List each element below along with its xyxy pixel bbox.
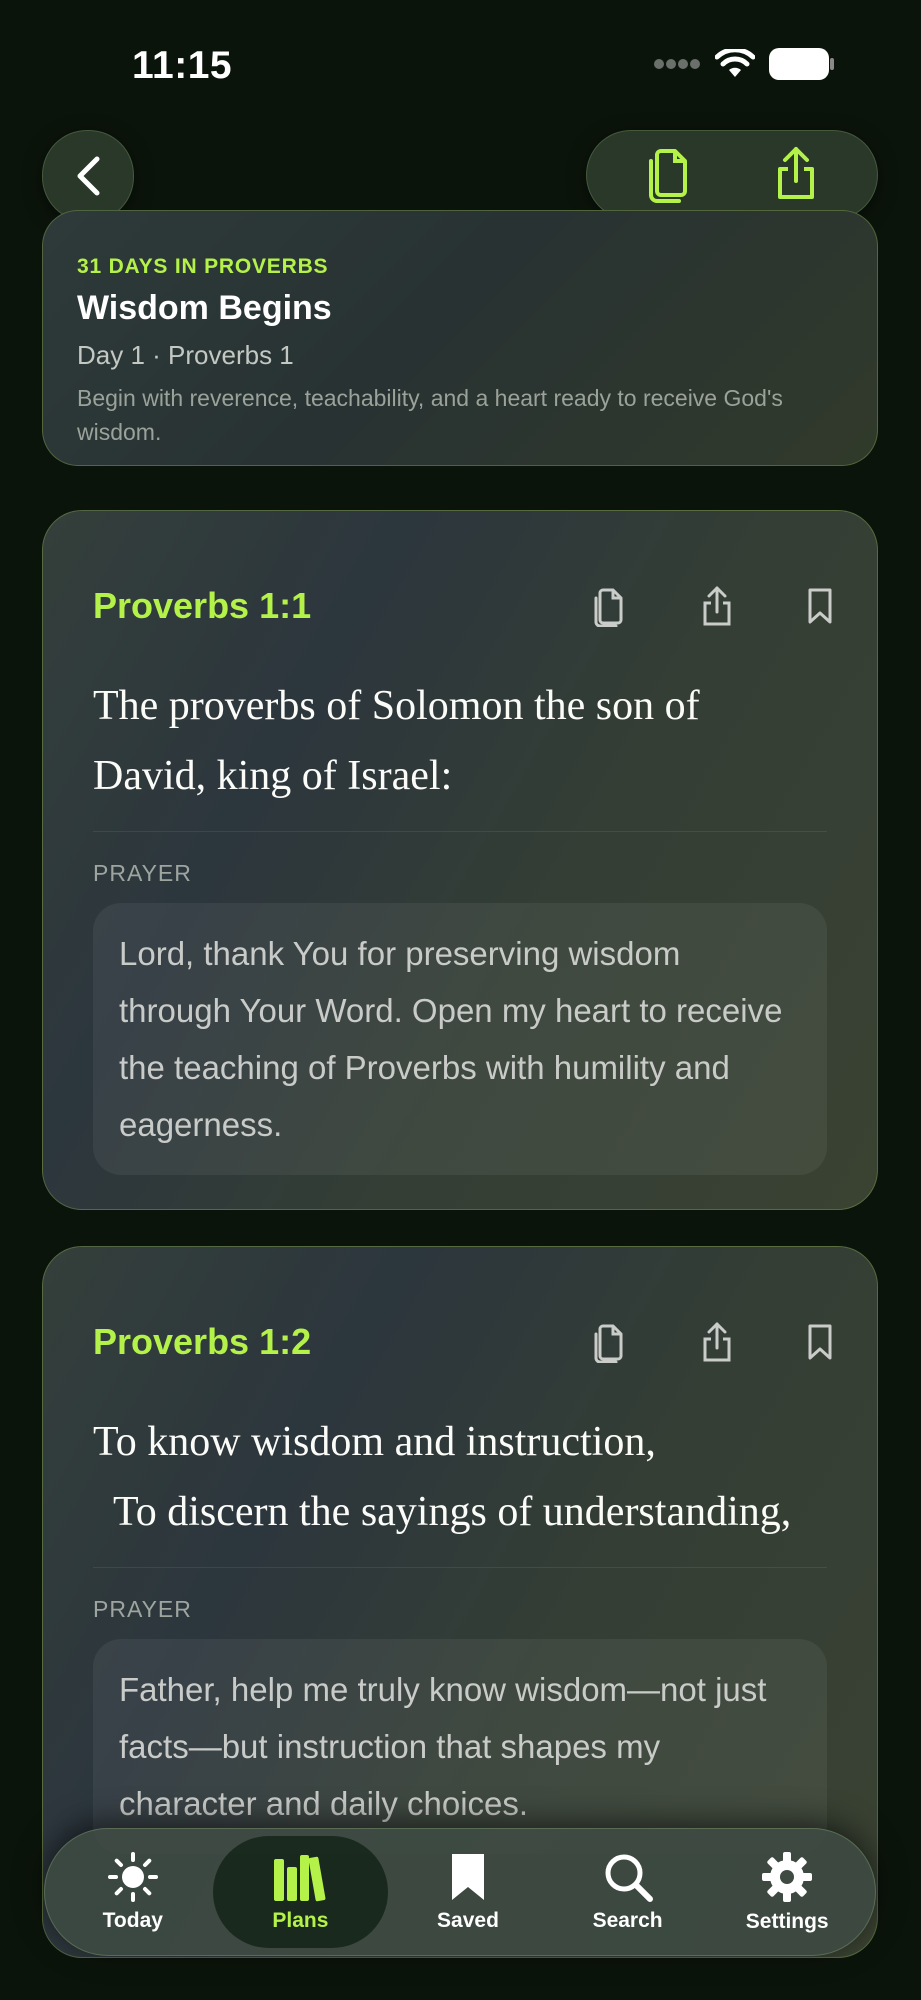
plan-subtitle: Day 1 · Proverbs 1	[77, 340, 294, 370]
tab-saved[interactable]: Saved	[388, 1836, 548, 1948]
verse-reference: Proverbs 1:2	[93, 1321, 312, 1362]
verse-text: The proverbs of Solomon the son of David…	[93, 683, 700, 799]
sun-icon	[107, 1852, 158, 1902]
divider	[93, 831, 827, 832]
chevron-left-icon	[77, 156, 100, 196]
status-icons	[653, 48, 835, 80]
bookmark-icon[interactable]	[807, 587, 833, 625]
verse-card: Proverbs 1:1 The proverbs of Solomon the…	[42, 510, 878, 1210]
tab-plans[interactable]: Plans	[212, 1836, 389, 1948]
divider	[93, 1567, 827, 1568]
search-icon	[605, 1854, 653, 1902]
prayer-text: Father, help me truly know wisdom—not ju…	[93, 1639, 827, 1854]
bookmark-icon	[451, 1854, 484, 1900]
copy-icon[interactable]	[593, 585, 627, 627]
copy-icon[interactable]	[593, 1321, 627, 1363]
plan-description: Begin with reverence, teachability, and …	[77, 385, 783, 445]
verse-reference: Proverbs 1:1	[93, 585, 312, 626]
back-button[interactable]	[42, 130, 134, 222]
tab-settings[interactable]: Settings	[707, 1836, 867, 1948]
cellular-signal-icon	[654, 59, 700, 69]
tab-bar: Today Plans Saved Search Settings	[44, 1828, 876, 1956]
tab-today[interactable]: Today	[53, 1836, 213, 1948]
verse-actions	[593, 1321, 833, 1363]
copy-icon	[648, 148, 687, 203]
tab-label: Search	[592, 1909, 663, 1932]
tab-label: Today	[102, 1909, 163, 1932]
prayer-label: PRAYER	[93, 1596, 192, 1622]
verse-line: To discern the sayings of understanding,	[113, 1489, 792, 1535]
tab-label: Saved	[437, 1909, 499, 1932]
share-icon	[777, 146, 814, 199]
tab-label: Plans	[272, 1909, 329, 1932]
gear-icon	[762, 1852, 813, 1902]
header-actions	[586, 130, 878, 220]
prayer-label: PRAYER	[93, 860, 192, 886]
plan-title: Wisdom Begins	[77, 289, 332, 327]
plan-kicker: 31 DAYS IN PROVERBS	[77, 255, 329, 278]
wifi-icon	[715, 49, 755, 77]
verse-actions	[593, 585, 833, 627]
tab-search[interactable]: Search	[548, 1836, 708, 1948]
share-icon[interactable]	[701, 585, 733, 627]
verse-line: To know wisdom and instruction,	[93, 1419, 656, 1465]
status-bar: 11:15	[0, 0, 921, 130]
plan-card: 31 DAYS IN PROVERBS Wisdom Begins Day 1 …	[42, 210, 878, 466]
share-icon[interactable]	[701, 1321, 733, 1363]
status-time: 11:15	[132, 44, 233, 87]
battery-icon	[769, 48, 834, 80]
books-icon	[274, 1855, 326, 1902]
share-button[interactable]	[774, 145, 818, 206]
verse-text: To know wisdom and instruction, To disce…	[93, 1407, 823, 1547]
tab-label: Settings	[745, 1910, 829, 1933]
copy-button[interactable]	[647, 143, 695, 208]
bookmark-icon[interactable]	[807, 1323, 833, 1361]
prayer-text: Lord, thank You for preserving wisdom th…	[93, 903, 827, 1175]
